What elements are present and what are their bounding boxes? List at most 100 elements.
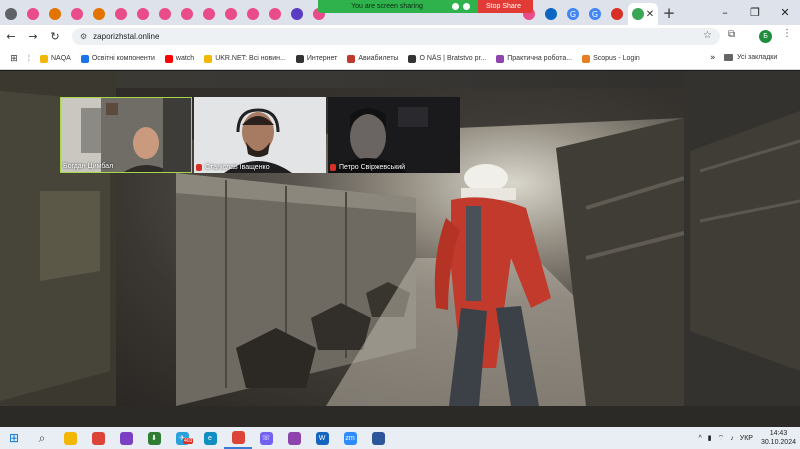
folder-icon [724, 54, 733, 61]
browser-tab[interactable] [220, 3, 242, 25]
clock[interactable]: 14:43 30.10.2024 [761, 429, 796, 447]
bookmark-star-icon[interactable]: ☆ [703, 30, 712, 41]
bookmark-label: UKR.NET: Всі новин... [215, 55, 286, 62]
participant-video [194, 97, 326, 173]
browser-tab[interactable] [606, 3, 628, 25]
clock-date: 30.10.2024 [760, 439, 796, 446]
bookmark-item[interactable]: Практична робота... [496, 54, 572, 63]
browser-tab[interactable] [44, 3, 66, 25]
all-bookmarks-button[interactable]: Усі закладки [724, 54, 777, 61]
bookmark-item[interactable]: watch [164, 54, 194, 63]
bookmark-item[interactable]: Интернет [295, 54, 338, 63]
browser-tab[interactable] [88, 3, 110, 25]
taskbar-app[interactable]: e [196, 427, 224, 449]
tray-overflow-icon[interactable]: ^ [699, 435, 702, 442]
share-message: You are screen sharing [351, 3, 423, 10]
address-bar[interactable]: ⚙ zaporizhstal.online ☆ [72, 28, 720, 45]
tab-favicon [27, 8, 39, 20]
tab-favicon [545, 8, 557, 20]
browser-tab[interactable] [132, 3, 154, 25]
back-button[interactable]: ← [0, 30, 22, 43]
taskbar-app[interactable] [112, 427, 140, 449]
forward-button[interactable]: → [22, 30, 44, 43]
bookmarks-overflow-icon[interactable]: » [710, 53, 716, 63]
bookmark-favicon [408, 54, 417, 63]
stop-share-button[interactable]: Stop Share [478, 0, 533, 13]
restore-button[interactable]: ❐ [740, 0, 770, 25]
apps-grid-icon[interactable]: ⊞ [0, 54, 28, 64]
tabs-right-group: GG [518, 0, 628, 25]
tab-menu-button[interactable] [0, 3, 22, 25]
bookmark-favicon [347, 54, 356, 63]
taskbar-app[interactable] [280, 427, 308, 449]
bookmark-label: NAQA [51, 55, 71, 62]
telegram-badge: 403 [183, 438, 194, 444]
language-indicator[interactable]: УКР [740, 435, 753, 442]
tab-search-icon [5, 8, 17, 20]
site-info-icon[interactable]: ⚙ [80, 32, 87, 41]
bookmark-item[interactable]: Scopus - Login [582, 54, 640, 63]
url-text[interactable]: zaporizhstal.online [93, 32, 159, 41]
taskbar-app[interactable] [84, 427, 112, 449]
share-settings-icon[interactable] [463, 3, 470, 10]
pause-share-icon[interactable] [452, 3, 459, 10]
bookmark-item[interactable]: Освітні компоненти [80, 54, 155, 63]
extensions-icon[interactable]: ⧉ [728, 29, 735, 40]
bookmark-item[interactable]: О NÄS | Bratstvo pr... [408, 54, 486, 63]
volume-icon[interactable]: ♪ [730, 435, 734, 442]
browser-tab[interactable] [286, 3, 308, 25]
browser-tab[interactable]: G [562, 3, 584, 25]
reload-button[interactable]: ↻ [44, 30, 66, 43]
taskbar-app[interactable]: W [308, 427, 336, 449]
taskbar-app[interactable]: ✈ 403 [168, 427, 196, 449]
tab-close-icon[interactable]: ✕ [646, 9, 654, 20]
browser-menu-icon[interactable]: ⋮ [782, 28, 792, 39]
bookmark-small-icon[interactable]: ¦ [28, 55, 40, 62]
taskbar-apps: ⊞ ⌕ ⬇ ✈ 403 e ☏ Wzm [0, 427, 392, 449]
participant-tile[interactable]: Петро Свіржевський [328, 97, 460, 173]
tab-favicon [49, 8, 61, 20]
browser-tab[interactable] [22, 3, 44, 25]
browser-tab[interactable] [540, 3, 562, 25]
active-tab[interactable]: ✕ [628, 3, 658, 25]
browser-tab[interactable] [198, 3, 220, 25]
taskbar-app[interactable] [364, 427, 392, 449]
bookmark-item[interactable]: NAQA [40, 54, 71, 63]
browser-tab[interactable] [154, 3, 176, 25]
browser-tab[interactable] [66, 3, 88, 25]
browser-tab[interactable] [176, 3, 198, 25]
network-icon[interactable]: ▮ [708, 434, 712, 442]
bookmark-label: Интернет [306, 55, 338, 62]
bookmark-item[interactable]: UKR.NET: Всі новин... [204, 54, 286, 63]
new-tab-button[interactable]: + [658, 4, 680, 22]
viber-icon: ☏ [259, 431, 273, 445]
tab-favicon [137, 8, 149, 20]
tab-favicon [225, 8, 237, 20]
minimize-button[interactable]: – [710, 0, 740, 25]
taskbar-app[interactable] [56, 427, 84, 449]
participant-tiles: Богдан Цимбал Станіслав Іващенко Петро С… [60, 97, 460, 174]
taskbar-app[interactable]: ☏ [252, 427, 280, 449]
edge-icon: e [203, 431, 217, 445]
profile-avatar[interactable]: Б [759, 30, 772, 43]
participant-name: Станіслав Іващенко [196, 164, 270, 171]
browser-tab[interactable]: G [584, 3, 606, 25]
wifi-icon[interactable]: ⌔ [718, 434, 725, 443]
bookmark-label: Scopus - Login [593, 55, 640, 62]
browser-tab[interactable] [264, 3, 286, 25]
participant-tile[interactable]: Станіслав Іващенко [194, 97, 326, 173]
bookmarks-list: NAQA Освітні компоненти watch UKR.NET: Всі … [40, 54, 650, 63]
taskbar-app[interactable]: ⌕ [28, 427, 56, 449]
taskbar-app[interactable]: zm [336, 427, 364, 449]
browser-tab[interactable] [110, 3, 132, 25]
close-button[interactable]: ✕ [770, 0, 800, 25]
participant-tile[interactable]: Богдан Цимбал [60, 97, 192, 173]
taskbar-app[interactable]: ⊞ [0, 427, 28, 449]
browser-tab[interactable] [242, 3, 264, 25]
taskbar-app[interactable]: ⬇ [140, 427, 168, 449]
bookmark-item[interactable]: Авиабилеты [347, 54, 398, 63]
taskbar-app[interactable] [224, 427, 252, 449]
app-icon [119, 431, 133, 445]
download-icon: ⬇ [147, 431, 161, 445]
windows-taskbar: ⊞ ⌕ ⬇ ✈ 403 e ☏ Wzm ^ ▮ ⌔ ♪ УКР 14:43 30.10.202… [0, 427, 800, 449]
